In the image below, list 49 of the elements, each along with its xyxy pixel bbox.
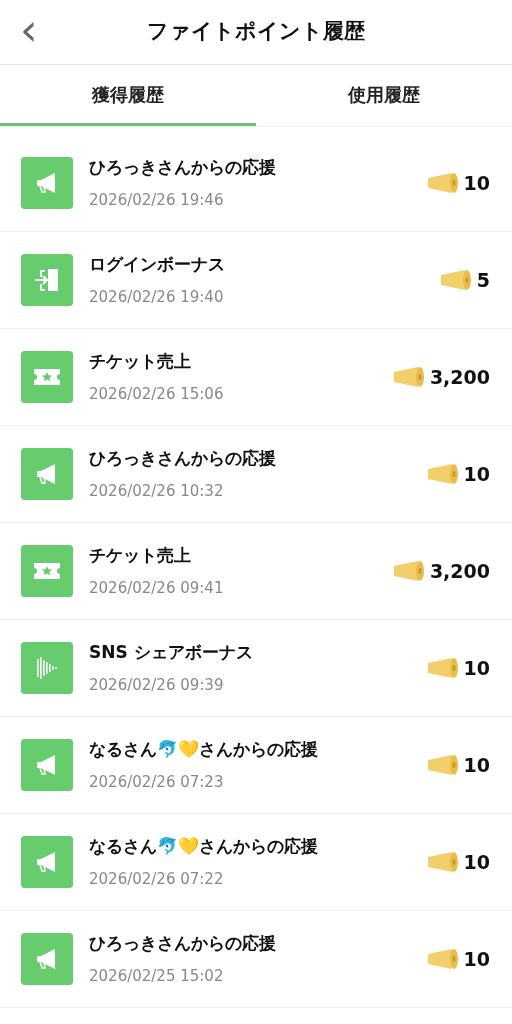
megaphone-icon — [391, 366, 426, 388]
entry-date: 2026/02/25 15:02 — [89, 965, 225, 987]
entry-date: 2026/02/26 07:22 — [89, 868, 225, 890]
tab[interactable]: 使用履歴 — [256, 65, 512, 126]
megaphone-icon — [425, 754, 460, 776]
entry-title: ひろっきさんからの応援 — [89, 447, 277, 470]
megaphone-icon — [425, 851, 460, 873]
tab[interactable]: 獲得履歴 — [0, 65, 256, 126]
entry-date: 2026/02/26 19:40 — [89, 286, 225, 308]
page-title: ファイトポイント履歴 — [147, 18, 365, 46]
points-amount: 10 — [463, 461, 490, 487]
entry-date: 2026/02/26 09:39 — [89, 674, 225, 696]
entry-date: 2026/02/26 07:23 — [89, 771, 225, 793]
points-amount: 3,200 — [429, 558, 490, 584]
entry-title: ひろっきさんからの応援 — [89, 156, 277, 179]
megaphone-icon — [21, 448, 73, 500]
megaphone-icon — [425, 172, 460, 194]
back-button[interactable]: ‹ — [14, 8, 44, 52]
megaphone-icon — [391, 560, 426, 582]
points-amount: 5 — [476, 267, 490, 293]
entry-date: 2026/02/26 15:06 — [89, 383, 225, 405]
entry-title: なるさん🐬💛さんからの応援 — [89, 835, 319, 858]
sound-wave-play-icon — [21, 642, 73, 694]
megaphone-icon — [21, 836, 73, 888]
entry-date: 2026/02/26 10:32 — [89, 480, 225, 502]
megaphone-icon — [425, 657, 460, 679]
megaphone-icon — [425, 948, 460, 970]
megaphone-icon — [438, 269, 473, 291]
entry-title: なるさん🐬💛さんからの応援 — [89, 738, 319, 761]
ticket-star-icon — [21, 545, 73, 597]
ticket-star-icon — [21, 351, 73, 403]
megaphone-icon — [425, 463, 460, 485]
entry-title: SNS シェアボーナス — [89, 641, 254, 664]
entry-title: チケット売上 — [89, 544, 192, 567]
points-amount: 10 — [463, 849, 490, 875]
megaphone-icon — [21, 157, 73, 209]
entry-date: 2026/02/26 09:41 — [89, 577, 225, 599]
entry-title: ひろっきさんからの応援 — [89, 932, 277, 955]
points-amount: 10 — [463, 946, 490, 972]
entry-date: 2026/02/26 19:46 — [89, 189, 225, 211]
points-amount: 10 — [463, 170, 490, 196]
megaphone-icon — [21, 739, 73, 791]
megaphone-icon — [21, 933, 73, 985]
points-amount: 10 — [463, 655, 490, 681]
points-amount: 3,200 — [429, 364, 490, 390]
entry-title: チケット売上 — [89, 350, 192, 373]
points-amount: 10 — [463, 752, 490, 778]
login-door-icon — [21, 254, 73, 306]
entry-title: ログインボーナス — [89, 253, 226, 276]
